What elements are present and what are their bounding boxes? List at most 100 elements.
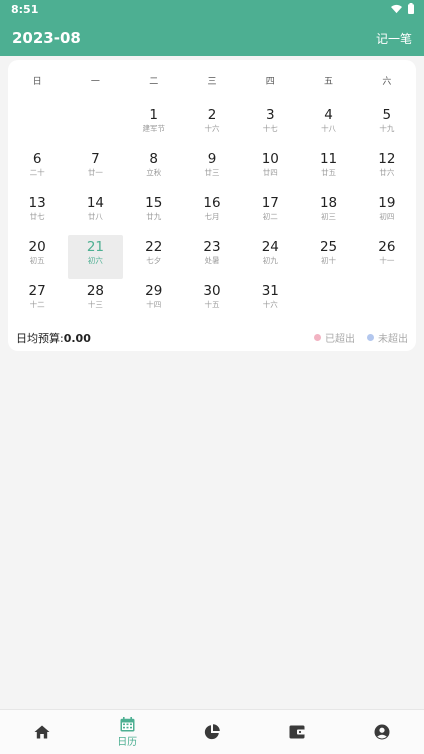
weekday-label: 一 xyxy=(90,77,100,87)
legend: 已超出 未超出 xyxy=(314,330,408,345)
calendar-day[interactable]: 4 十八 xyxy=(301,103,355,147)
daily-budget-value: 0.00 xyxy=(63,332,91,345)
day-number: 15 xyxy=(145,195,163,211)
lunar-label: 廿四 xyxy=(262,168,278,177)
day-number: 17 xyxy=(261,195,279,211)
lunar-label: 七月 xyxy=(204,212,220,221)
calendar-day[interactable]: 15 廿九 xyxy=(127,191,181,235)
day-number: 18 xyxy=(319,195,338,211)
lunar-label: 十九 xyxy=(379,124,395,133)
calendar-day[interactable]: 16 七月 xyxy=(185,191,239,235)
weekday-label: 四 xyxy=(265,77,275,87)
nav-profile[interactable] xyxy=(339,710,424,754)
day-number: 13 xyxy=(28,195,46,211)
day-number: 22 xyxy=(145,239,163,255)
lunar-label: 十三 xyxy=(87,300,103,309)
calendar-card: 日 一 二 三 四 五 六 1 建军节 2 十六 3 十七 4 十八 5 十九 6 二十 7 廿一 8 立秋 9… xyxy=(8,60,416,351)
lunar-label: 廿九 xyxy=(146,212,162,221)
calendar-day[interactable]: 8 立秋 xyxy=(127,147,181,191)
calendar-day[interactable]: 24 初九 xyxy=(243,235,297,279)
record-button[interactable]: 记一笔 xyxy=(376,30,412,47)
calendar-day[interactable]: 2 十六 xyxy=(185,103,239,147)
calendar-day[interactable]: 25 初十 xyxy=(301,235,355,279)
lunar-label: 廿三 xyxy=(204,168,220,177)
calendar-day[interactable]: 19 初四 xyxy=(360,191,414,235)
day-number: 14 xyxy=(86,195,105,211)
account-icon xyxy=(374,724,390,740)
day-number: 6 xyxy=(32,151,42,167)
nav-statistics[interactable] xyxy=(170,710,255,754)
weekday-label: 三 xyxy=(207,77,217,87)
lunar-label: 二十 xyxy=(29,168,45,177)
day-number: 23 xyxy=(203,239,221,255)
home-icon xyxy=(34,725,50,739)
calendar-day[interactable]: 5 十九 xyxy=(360,103,414,147)
app-header: 8:51 2023-08 记一笔 xyxy=(0,0,424,56)
day-number: 19 xyxy=(378,195,396,211)
calendar-day[interactable]: 13 廿七 xyxy=(10,191,64,235)
calendar-day[interactable]: 7 廿一 xyxy=(68,147,122,191)
calendar-day[interactable]: 23 处暑 xyxy=(185,235,239,279)
nav-home[interactable] xyxy=(0,710,85,754)
day-number: 27 xyxy=(28,283,46,299)
day-number: 5 xyxy=(382,107,392,123)
calendar-day[interactable]: 6 二十 xyxy=(10,147,64,191)
lunar-label: 处暑 xyxy=(204,256,220,265)
day-number: 28 xyxy=(86,283,105,299)
calendar-day[interactable]: 1 建军节 xyxy=(127,103,181,147)
calendar-day[interactable]: 28 十三 xyxy=(68,279,122,323)
weekday-label: 五 xyxy=(324,77,334,87)
calendar-day[interactable]: 12 廿六 xyxy=(360,147,414,191)
lunar-label: 廿六 xyxy=(379,168,395,177)
calendar-day[interactable]: 17 初二 xyxy=(243,191,297,235)
legend-not-exceeded-dot xyxy=(367,334,374,341)
legend-exceeded-dot xyxy=(314,334,321,341)
calendar-day[interactable]: 3 十七 xyxy=(243,103,297,147)
day-number: 11 xyxy=(319,151,338,167)
battery-icon xyxy=(408,3,414,14)
calendar-day[interactable]: 20 初五 xyxy=(10,235,64,279)
nav-calendar[interactable]: 日历 xyxy=(85,710,170,754)
day-number: 16 xyxy=(203,195,221,211)
month-title[interactable]: 2023-08 xyxy=(12,29,81,47)
daily-budget-label: 日均预算: xyxy=(16,332,64,345)
calendar-day-selected[interactable]: 21 初六 xyxy=(68,235,123,279)
calendar-day[interactable]: 26 十一 xyxy=(360,235,414,279)
calendar-day[interactable]: 14 廿八 xyxy=(68,191,122,235)
lunar-label: 初三 xyxy=(321,212,337,221)
calendar-day[interactable]: 30 十五 xyxy=(185,279,239,323)
calendar-empty-cell xyxy=(10,103,64,147)
wallet-icon xyxy=(289,725,305,739)
calendar-day[interactable]: 22 七夕 xyxy=(127,235,181,279)
lunar-label: 十四 xyxy=(146,300,162,309)
lunar-label: 建军节 xyxy=(142,124,165,133)
day-number: 30 xyxy=(203,283,221,299)
calendar-day[interactable]: 29 十四 xyxy=(127,279,181,323)
day-number: 9 xyxy=(207,151,217,167)
lunar-label: 十八 xyxy=(321,124,337,133)
lunar-label: 廿一 xyxy=(87,168,103,177)
lunar-label: 初四 xyxy=(379,212,395,221)
calendar-day[interactable]: 27 十二 xyxy=(10,279,64,323)
day-number: 21 xyxy=(86,239,105,255)
lunar-label: 七夕 xyxy=(146,256,162,265)
calendar-empty-cell xyxy=(68,103,122,147)
lunar-label: 廿五 xyxy=(321,168,337,177)
weekday-label: 日 xyxy=(32,77,42,87)
daily-budget: 日均预算:0.00 xyxy=(16,330,91,346)
nav-wallet[interactable] xyxy=(254,710,339,754)
calendar-day[interactable]: 18 初三 xyxy=(301,191,355,235)
day-number: 24 xyxy=(261,239,279,255)
lunar-label: 十六 xyxy=(204,124,220,133)
calendar-day[interactable]: 10 廿四 xyxy=(243,147,297,191)
calendar-day[interactable]: 31 十六 xyxy=(243,279,297,323)
day-number: 1 xyxy=(149,107,158,123)
calendar-day[interactable]: 11 廿五 xyxy=(301,147,355,191)
legend-not-exceeded: 未超出 xyxy=(367,330,408,345)
wifi-icon xyxy=(391,4,402,13)
day-number: 4 xyxy=(324,107,333,123)
lunar-label: 十二 xyxy=(29,300,45,309)
lunar-label: 十一 xyxy=(379,256,395,265)
calendar-day[interactable]: 9 廿三 xyxy=(185,147,239,191)
nav-calendar-label: 日历 xyxy=(117,736,138,748)
